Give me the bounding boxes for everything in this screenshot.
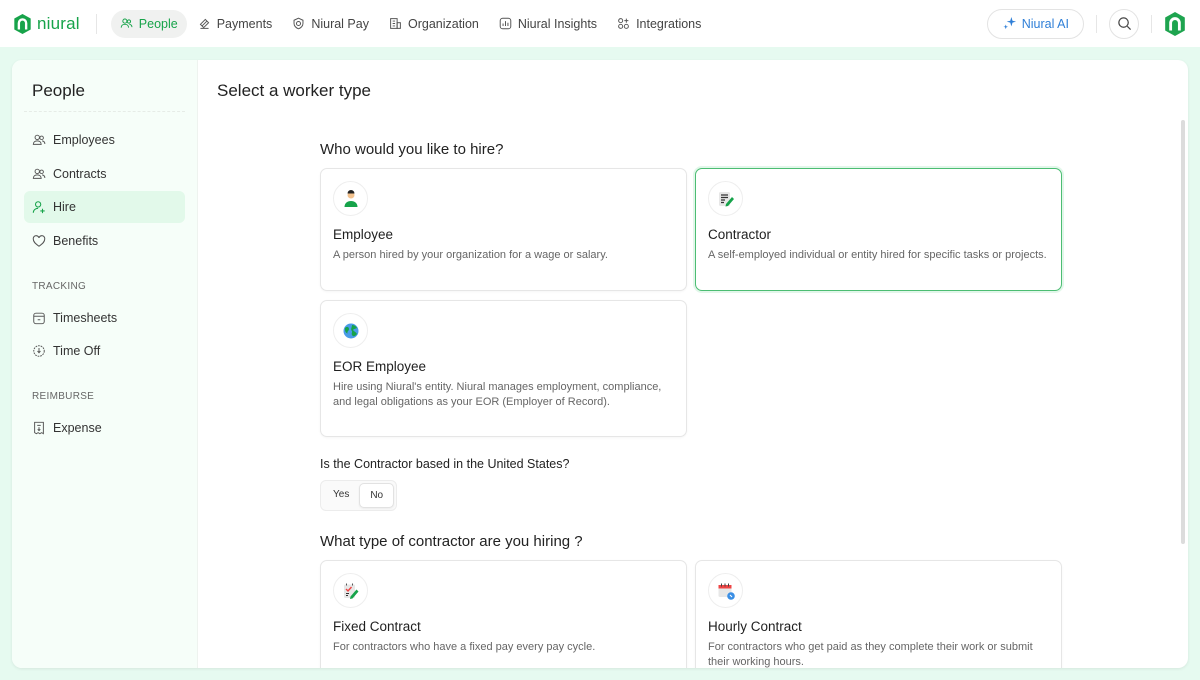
sidebar-item-label: Timesheets xyxy=(53,310,118,325)
card-icon-wrap xyxy=(333,181,368,216)
chart-icon xyxy=(499,17,512,30)
scrollbar[interactable] xyxy=(1181,120,1185,544)
contract-type-card-hourly[interactable]: Hourly Contract For contractors who get … xyxy=(695,560,1062,668)
top-nav-bar: niural People Payments Niural Pay Organi… xyxy=(0,0,1200,47)
main-panel: People Employees Contracts Hire Benefits… xyxy=(12,60,1188,668)
calendar-icon xyxy=(33,312,45,324)
heart-icon xyxy=(32,234,46,247)
contract-type-options: Fixed Contract For contractors who have … xyxy=(320,560,1062,668)
brand-name: niural xyxy=(37,13,80,33)
person-icon xyxy=(344,189,357,207)
nav-item-niural-pay[interactable]: Niural Pay xyxy=(283,10,378,38)
card-icon-wrap xyxy=(333,573,368,608)
sidebar-item-label: Hire xyxy=(53,200,76,214)
search-icon xyxy=(1117,17,1131,31)
sidebar-section-reimburse: REIMBURSE xyxy=(32,391,95,402)
user-plus-icon xyxy=(32,201,45,214)
card-icon-wrap xyxy=(333,313,368,348)
nav-item-organization[interactable]: Organization xyxy=(380,10,488,38)
us-based-question: Is the Contractor based in the United St… xyxy=(320,457,570,471)
niural-ai-button[interactable]: Niural AI xyxy=(986,8,1084,39)
worker-type-options: Employee A person hired by your organiza… xyxy=(320,168,1062,437)
sidebar-item-label: Expense xyxy=(53,421,102,435)
nav-item-payments[interactable]: Payments xyxy=(189,10,282,38)
document-edit-icon xyxy=(718,191,734,206)
sidebar-item-contracts[interactable]: Contracts xyxy=(24,158,185,190)
checklist-edit-icon xyxy=(343,583,358,599)
sidebar-item-label: Employees xyxy=(53,133,115,147)
globe-icon xyxy=(343,323,358,338)
nav-label: People xyxy=(138,16,178,31)
sidebar-item-hire[interactable]: Hire xyxy=(24,191,185,223)
card-title: Fixed Contract xyxy=(333,619,421,634)
card-description: For contractors who have a fixed pay eve… xyxy=(333,641,596,653)
shield-dollar-icon xyxy=(293,17,304,30)
apps-icon xyxy=(618,18,629,29)
sidebar-item-label: Contracts xyxy=(53,166,107,181)
sidebar-item-benefits[interactable]: Benefits xyxy=(24,225,185,257)
sidebar-title: People xyxy=(24,60,185,112)
hire-form: Who would you like to hire? Employee A p… xyxy=(320,141,1062,668)
card-title: Employee xyxy=(333,227,394,242)
contractor-type-question: What type of contractor are you hiring ? xyxy=(320,533,583,550)
sidebar-item-expense[interactable]: Expense xyxy=(24,412,185,444)
users-icon xyxy=(120,18,133,28)
nav-label: Organization xyxy=(407,16,479,31)
sidebar-item-time-off[interactable]: Time Off xyxy=(24,335,185,367)
sidebar-section-tracking: TRACKING xyxy=(32,280,87,292)
nav-label: Integrations xyxy=(636,16,702,31)
divider xyxy=(1096,14,1097,33)
users-icon xyxy=(32,134,46,145)
main-nav: People Payments Niural Pay Organization … xyxy=(110,9,713,38)
main-content: Select a worker type Who would you like … xyxy=(198,60,1188,668)
nav-label: Niural Insights xyxy=(517,16,598,31)
users-icon xyxy=(32,168,46,179)
divider xyxy=(1151,14,1152,33)
card-title: EOR Employee xyxy=(333,359,427,374)
niural-logo-icon xyxy=(14,13,31,34)
nav-divider xyxy=(95,13,97,34)
card-title: Hourly Contract xyxy=(708,619,802,634)
clock-icon xyxy=(33,345,45,357)
calendar-clock-icon xyxy=(718,583,735,600)
nav-item-niural-insights[interactable]: Niural Insights xyxy=(490,10,606,38)
page-title: Select a worker type xyxy=(217,81,372,100)
toggle-yes[interactable]: Yes xyxy=(323,483,359,508)
us-based-toggle: Yes No xyxy=(320,480,398,511)
sidebar-item-label: Time Off xyxy=(53,344,101,358)
contract-type-card-fixed[interactable]: Fixed Contract For contractors who have … xyxy=(320,560,687,668)
nav-item-integrations[interactable]: Integrations xyxy=(608,10,710,38)
card-description: A self-employed individual or entity hir… xyxy=(708,249,1047,261)
card-description: For contractors who get paid as they com… xyxy=(708,641,1033,668)
sparkle-icon xyxy=(1003,16,1016,30)
sidebar-item-timesheets[interactable]: Timesheets xyxy=(24,302,185,334)
nav-item-people[interactable]: People xyxy=(110,9,187,38)
building-icon xyxy=(390,18,401,29)
worker-type-card-eor-employee[interactable]: EOR Employee Hire using Niural's entity.… xyxy=(320,300,687,437)
card-icon-wrap xyxy=(708,181,743,216)
worker-type-card-contractor[interactable]: Contractor A self-employed individual or… xyxy=(695,168,1062,291)
card-description: Hire using Niural's entity. Niural manag… xyxy=(333,381,662,408)
nav-label: Niural Pay xyxy=(311,16,369,31)
worker-type-card-employee[interactable]: Employee A person hired by your organiza… xyxy=(320,168,687,291)
card-description: A person hired by your organization for … xyxy=(333,249,608,261)
logo[interactable]: niural xyxy=(13,13,80,34)
sidebar-item-employees[interactable]: Employees xyxy=(24,124,185,156)
topbar-actions: Niural AI xyxy=(986,8,1186,39)
toggle-no[interactable]: No xyxy=(359,483,395,508)
card-icon-wrap xyxy=(708,573,743,608)
worker-type-question: Who would you like to hire? xyxy=(320,141,504,158)
sidebar: People Employees Contracts Hire Benefits… xyxy=(12,60,198,668)
receipt-icon xyxy=(34,421,44,435)
search-button[interactable] xyxy=(1109,8,1139,39)
ai-button-label: Niural AI xyxy=(1021,16,1069,31)
nav-label: Payments xyxy=(216,16,273,31)
payments-icon xyxy=(199,18,209,29)
sidebar-item-label: Benefits xyxy=(53,233,99,248)
card-title: Contractor xyxy=(708,227,772,242)
account-avatar-icon[interactable] xyxy=(1164,11,1186,36)
